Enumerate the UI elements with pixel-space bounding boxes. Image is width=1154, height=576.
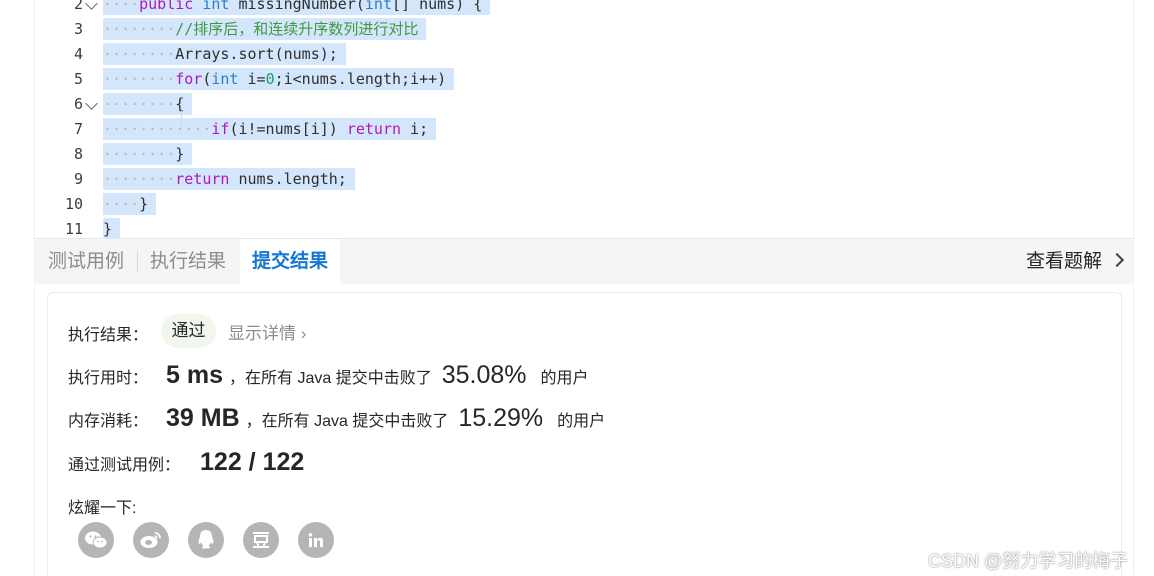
line-number: 2	[73, 0, 83, 13]
runtime-percentile: 35.08%	[441, 361, 527, 389]
status-label: 执行结果：	[68, 327, 149, 344]
line-number: 11	[64, 220, 83, 238]
qq-icon[interactable]	[188, 522, 224, 558]
code-text: ············if(i!=nums[i]) return i;	[103, 118, 437, 140]
view-solution-link[interactable]: 查看题解	[1025, 239, 1125, 285]
code-text: ········//排序后，和连续升序数列进行对比	[103, 18, 427, 40]
weibo-icon[interactable]	[133, 522, 169, 558]
test-cases-value: 122 / 122	[200, 448, 305, 476]
line-number: 6	[73, 95, 83, 113]
runtime-value: 5 ms	[166, 361, 223, 389]
code-token: return	[346, 120, 402, 138]
whitespace-dots: ········	[103, 45, 176, 63]
whitespace-dots: ············	[103, 120, 212, 138]
code-token: Arrays.sort(nums);	[175, 45, 338, 63]
code-line[interactable]: 4 ········Arrays.sort(nums);	[35, 42, 1115, 67]
line-number: 9	[73, 170, 83, 188]
line-number: 4	[73, 45, 83, 63]
code-token: }	[103, 220, 113, 238]
whitespace-dots: ····	[103, 195, 140, 213]
whitespace-dots: ········	[103, 20, 176, 38]
whitespace-dots: ········	[103, 170, 176, 188]
view-solution-label: 查看题解	[1025, 251, 1102, 272]
watermark: CSDN @努力学习的梅子	[928, 551, 1129, 571]
whitespace-dots: ········	[103, 95, 176, 113]
code-token: for	[175, 70, 203, 88]
status-badge: 通过	[161, 314, 216, 348]
runtime-text: ，在所有 Java 提交中击败了	[229, 370, 432, 387]
code-token: {	[175, 95, 185, 113]
indent-guide	[181, 111, 182, 135]
runtime-row: 执行用时： 5 ms ，在所有 Java 提交中击败了 35.08% 的用户	[68, 361, 589, 390]
code-token: }	[139, 195, 149, 213]
share-label: 炫耀一下:	[68, 500, 137, 517]
code-line[interactable]: 5 ········for(int i=0;i<nums.length;i++)	[35, 67, 1115, 92]
code-text: ········for(int i=0;i<nums.length;i++)	[103, 68, 455, 90]
code-text: ········}	[103, 143, 193, 165]
code-token: //排序后，和连续升序数列进行对比	[175, 20, 419, 38]
tab-test-cases[interactable]: 测试用例	[36, 239, 136, 285]
memory-suffix: 的用户	[557, 413, 606, 430]
runtime-suffix: 的用户	[540, 370, 589, 387]
code-token: nums.length;	[229, 170, 347, 188]
linkedin-icon[interactable]	[298, 522, 334, 558]
code-text: ········{	[103, 93, 193, 115]
code-line[interactable]: 2 ····public int missingNumber(int[] nums…	[35, 0, 1115, 17]
tab-run-result[interactable]: 执行结果	[138, 239, 238, 285]
code-token: int	[211, 70, 239, 88]
code-line[interactable]: 10 ····}	[35, 192, 1115, 217]
fold-chevron-icon[interactable]	[85, 0, 98, 10]
code-token: 0	[265, 70, 275, 88]
code-text: ········return nums.length;	[103, 168, 355, 190]
code-token: public	[139, 0, 194, 13]
code-token: if	[211, 120, 230, 138]
line-number: 10	[64, 195, 83, 213]
line-number: 5	[73, 70, 83, 88]
code-token: int	[202, 0, 230, 13]
result-tab-bar: 测试用例 执行结果 提交结果 查看题解	[34, 238, 1134, 286]
fold-chevron-icon[interactable]	[85, 97, 98, 110]
show-details-link[interactable]: 显示详情 ›	[228, 319, 306, 344]
memory-row: 内存消耗： 39 MB ，在所有 Java 提交中击败了 15.29% 的用户	[68, 404, 605, 433]
memory-value: 39 MB	[166, 404, 240, 432]
code-token: int	[364, 0, 392, 13]
whitespace-dots: ········	[103, 70, 176, 88]
code-token: ;i<nums.length;i++)	[274, 70, 447, 88]
code-line[interactable]: 9 ········return nums.length;	[35, 167, 1115, 192]
code-line[interactable]: 11}	[35, 217, 1115, 238]
test-cases-row: 通过测试用例： 122 / 122	[68, 448, 304, 477]
douban-icon[interactable]	[243, 522, 279, 558]
line-number: 3	[73, 20, 83, 38]
test-cases-label: 通过测试用例：	[68, 457, 181, 474]
code-token: missingNumber(	[229, 0, 365, 13]
code-text: ····}	[103, 193, 157, 215]
code-token: i;	[401, 120, 429, 138]
line-number: 7	[73, 120, 83, 138]
code-token: (i!=nums[i])	[229, 120, 347, 138]
runtime-label: 执行用时：	[68, 370, 149, 387]
memory-text: ，在所有 Java 提交中击败了	[245, 413, 449, 430]
line-number: 8	[73, 145, 83, 163]
code-text: }	[103, 218, 121, 238]
code-token: [] nums) {	[392, 0, 483, 13]
wechat-icon[interactable]	[78, 522, 114, 558]
code-token: return	[175, 170, 230, 188]
code-line[interactable]: 3 ········//排序后，和连续升序数列进行对比	[35, 17, 1115, 42]
code-line[interactable]: 7 ············if(i!=nums[i]) return i;	[35, 117, 1115, 142]
code-editor[interactable]: 2 ····public int missingNumber(int[] nums…	[34, 0, 1134, 238]
code-token: }	[175, 145, 185, 163]
memory-label: 内存消耗：	[68, 413, 149, 430]
code-line[interactable]: 6 ········{	[35, 92, 1115, 117]
code-text: ····public int missingNumber(int[] nums)…	[103, 0, 491, 15]
code-line[interactable]: 8 ········}	[35, 142, 1115, 167]
memory-percentile: 15.29%	[458, 404, 544, 432]
code-text: ········Arrays.sort(nums);	[103, 43, 346, 65]
code-token: i=	[238, 70, 266, 88]
chevron-right-icon	[1109, 252, 1125, 268]
whitespace-dots: ····	[103, 0, 140, 13]
tab-submit-result[interactable]: 提交结果	[240, 239, 341, 286]
whitespace-dots: ········	[103, 145, 176, 163]
